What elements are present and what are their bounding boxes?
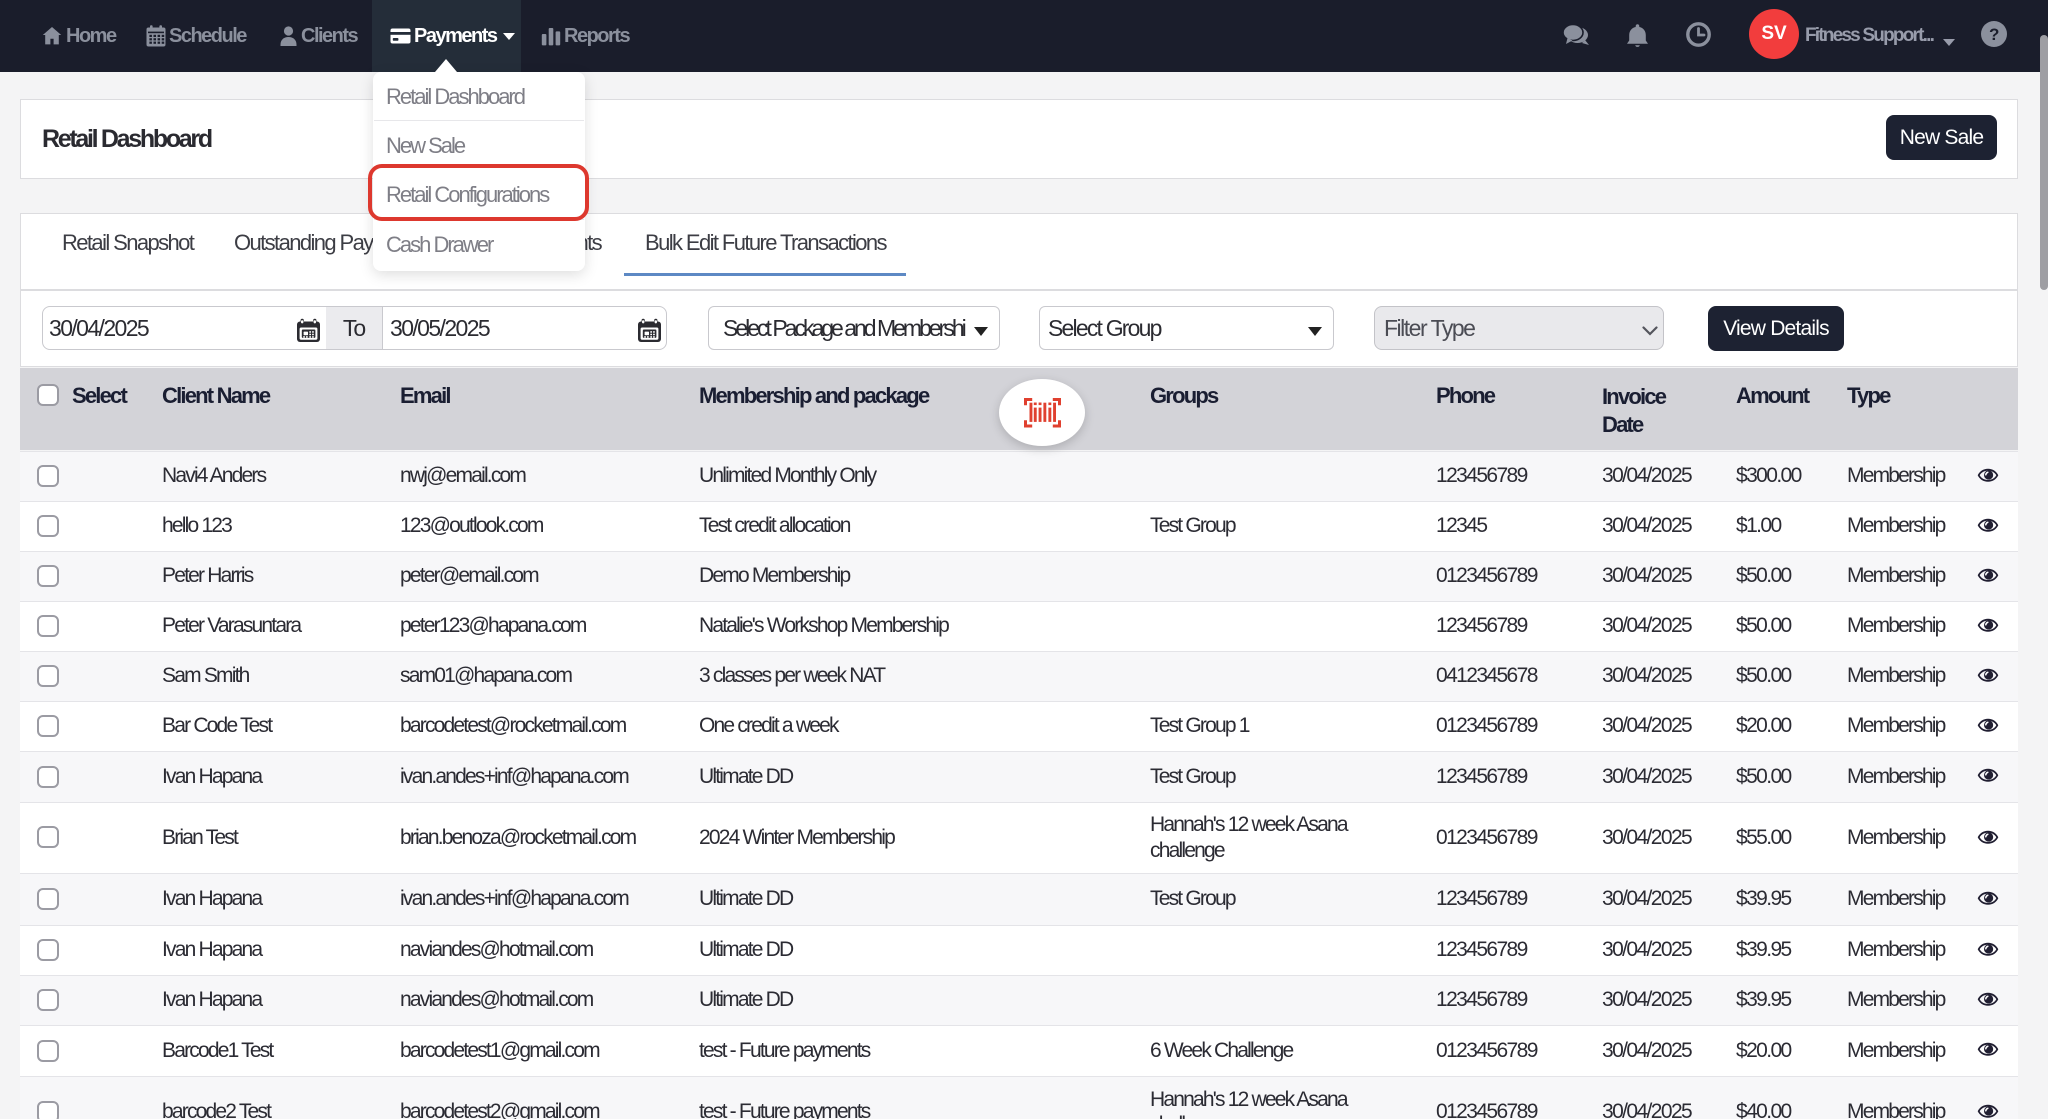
- svg-text:?: ?: [1989, 25, 1999, 44]
